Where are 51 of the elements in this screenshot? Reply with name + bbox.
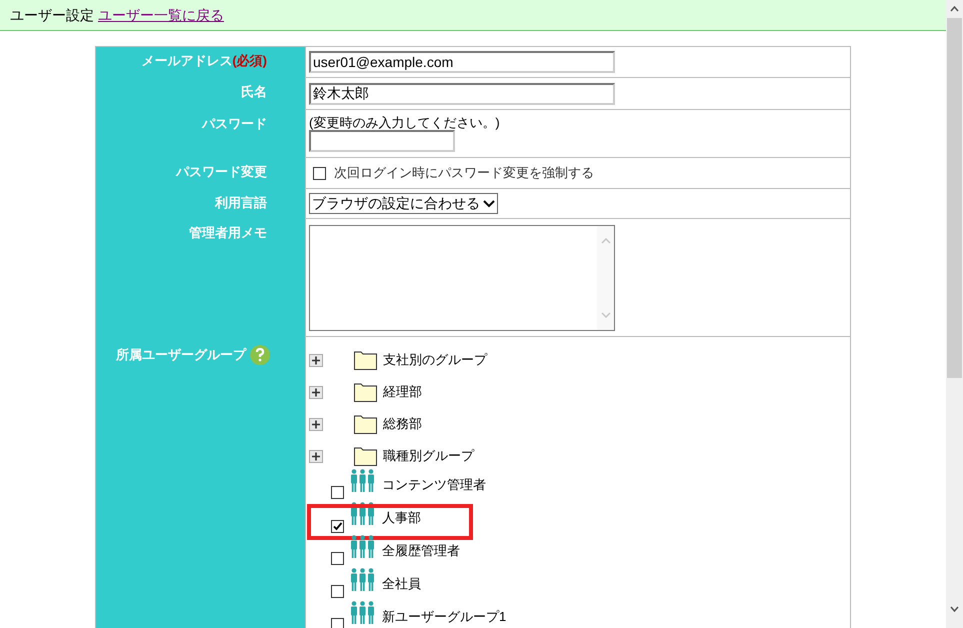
field-label: 利用言語 [215, 194, 267, 212]
expand-icon[interactable] [309, 418, 323, 430]
tree-item-label[interactable]: 全社員 [382, 574, 421, 593]
scroll-up-icon [600, 238, 610, 244]
field-label: パスワード変更 [176, 163, 267, 181]
checkbox[interactable] [331, 486, 344, 499]
field-label: パスワード [202, 115, 267, 133]
tree-item-label[interactable]: 職種別グループ [383, 446, 474, 466]
checkbox[interactable] [331, 585, 344, 598]
page-title: ユーザー設定 [10, 6, 94, 24]
memo-field[interactable] [309, 224, 615, 330]
name-field[interactable]: 鈴木太郎 [309, 83, 615, 105]
scroll-up-icon[interactable] [950, 6, 959, 12]
field-label: 所属ユーザーグループ [116, 346, 246, 364]
tree-item-label[interactable]: 人事部 [382, 508, 421, 527]
language-select[interactable]: ブラウザの設定に合わせる [309, 193, 498, 214]
caret-icon [483, 200, 495, 208]
expand-icon[interactable] [309, 450, 323, 462]
scrollbar[interactable] [946, 0, 963, 628]
folder-icon [354, 382, 377, 402]
people-group-icon [351, 468, 375, 492]
checkbox[interactable] [313, 166, 326, 180]
email-field[interactable]: user01@example.com [309, 51, 615, 73]
people-group-icon [351, 534, 375, 558]
folder-icon [354, 350, 377, 370]
checkbox[interactable] [331, 618, 344, 628]
tree-item-label[interactable]: 総務部 [383, 414, 422, 434]
people-group-icon [351, 568, 375, 590]
folder-icon [354, 414, 377, 434]
people-group-icon [351, 600, 375, 624]
tree-item-label[interactable]: 全履歴管理者 [382, 540, 460, 560]
checkbox[interactable] [331, 520, 344, 533]
scroll-down-icon[interactable] [950, 606, 959, 612]
tree-item-label[interactable]: 新ユーザーグループ1 [382, 606, 506, 626]
scroll-down-icon [600, 312, 610, 318]
scrollbar-thumb[interactable] [947, 18, 962, 378]
password-note: (変更時のみ入力してください。) [309, 115, 501, 130]
checkbox-label: 次回ログイン時にパスワード変更を強制する [334, 164, 594, 182]
tree-item-label[interactable]: 経理部 [383, 382, 422, 402]
checkbox[interactable] [331, 552, 344, 565]
password-field[interactable] [309, 130, 455, 152]
field-label: 管理者用メモ [189, 224, 267, 242]
folder-icon [354, 446, 377, 466]
field-label: 氏名 [241, 83, 267, 101]
tree-item-label[interactable]: コンテンツ管理者 [382, 474, 486, 494]
people-group-icon [351, 502, 375, 524]
expand-icon[interactable] [309, 354, 323, 366]
expand-icon[interactable] [309, 386, 323, 398]
back-link[interactable]: ユーザー一覧に戻る [98, 4, 224, 26]
tree-item-label[interactable]: 支社別のグループ [383, 350, 487, 370]
field-label: メールアドレス(必須) [141, 52, 267, 70]
